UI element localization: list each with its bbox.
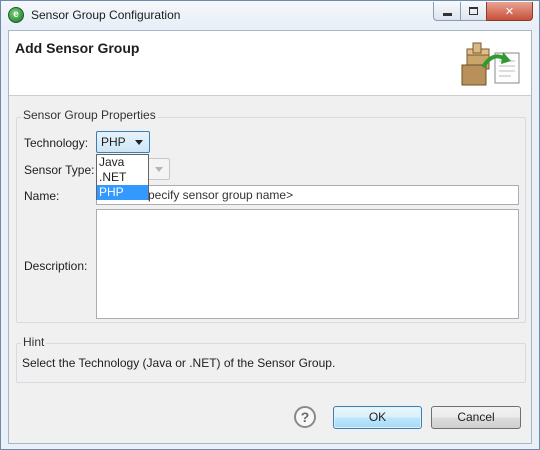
- hint-group-label: Hint: [21, 335, 47, 349]
- title-bar[interactable]: e Sensor Group Configuration ✕: [1, 1, 539, 29]
- window-title: Sensor Group Configuration: [31, 8, 181, 22]
- close-icon: ✕: [504, 5, 515, 18]
- technology-select[interactable]: PHP: [96, 131, 150, 153]
- technology-option-php[interactable]: PHP: [97, 185, 148, 200]
- chevron-down-icon: [155, 167, 163, 172]
- technology-option-java[interactable]: Java: [97, 155, 148, 170]
- chevron-down-icon: [135, 140, 143, 145]
- technology-value: PHP: [101, 135, 126, 149]
- name-field-value: pecify sensor group name>: [148, 188, 294, 202]
- name-field[interactable]: pecify sensor group name>: [96, 185, 519, 205]
- technology-option-dotnet[interactable]: .NET: [97, 170, 148, 185]
- page-title: Add Sensor Group: [15, 40, 140, 56]
- cancel-button[interactable]: Cancel: [431, 406, 521, 429]
- help-button[interactable]: ?: [294, 406, 316, 428]
- dialog-window: e Sensor Group Configuration ✕ Add Senso…: [0, 0, 540, 450]
- help-icon: ?: [300, 409, 310, 425]
- app-logo-icon: e: [8, 7, 24, 23]
- dialog-content: Add Sensor Group Sensor Group Properties: [8, 30, 532, 444]
- maximize-button[interactable]: [460, 2, 487, 21]
- hint-text: Select the Technology (Java or .NET) of …: [22, 356, 336, 370]
- ok-button[interactable]: OK: [333, 406, 422, 429]
- close-button[interactable]: ✕: [486, 2, 533, 21]
- technology-label: Technology:: [24, 136, 89, 150]
- dialog-header: Add Sensor Group: [9, 31, 531, 96]
- technology-dropdown-list: Java .NET PHP: [96, 154, 149, 200]
- maximize-icon: [469, 7, 478, 15]
- minimize-icon: [442, 12, 452, 16]
- name-label: Name:: [24, 189, 60, 203]
- package-wizard-icon: [461, 42, 520, 86]
- description-label: Description:: [24, 259, 88, 273]
- properties-group-label: Sensor Group Properties: [21, 108, 158, 122]
- description-field[interactable]: [96, 209, 519, 319]
- sensor-type-label: Sensor Type:: [24, 163, 95, 177]
- minimize-button[interactable]: [433, 2, 461, 21]
